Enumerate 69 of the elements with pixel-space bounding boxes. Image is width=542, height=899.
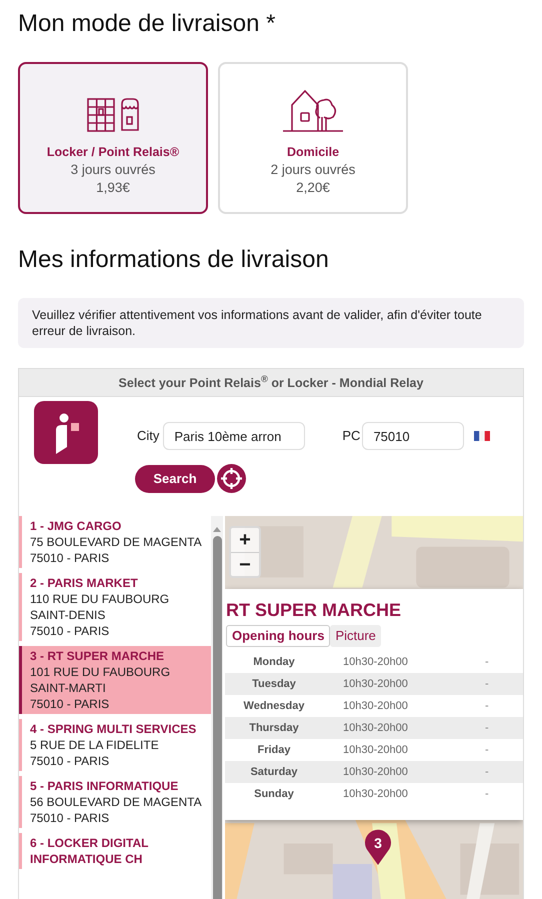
notice-box: Veuillez vérifier attentivement vos informations avant de valider, afin d'éviter toute erreur de livraison. <box>18 298 524 348</box>
delivery-option-card[interactable]: Locker / Point Relais® 3 jours ouvrés 1,93€ <box>18 62 208 214</box>
popup-tab[interactable]: Opening hours <box>226 625 330 647</box>
hours-cell-text: 10h30-20h00 <box>342 676 409 692</box>
point-address: 75010 - PARIS <box>30 696 110 712</box>
locate-icon[interactable] <box>217 464 246 493</box>
marker-number: 3 <box>373 834 383 852</box>
hours-cell-text: 10h30-20h00 <box>342 764 409 780</box>
note-cell-text: - <box>485 786 489 802</box>
point-address: 75010 - PARIS <box>30 550 110 566</box>
delivery-option-card[interactable]: Domicile 2 jours ouvrés 2,20€ <box>218 62 408 214</box>
point-address: 75 BOULEVARD DE MAGENTA <box>30 534 203 550</box>
widget-header: Select your Point Relais$^{®}$ or Locker - Mondial Relay <box>19 369 523 397</box>
house-tree-icon <box>282 90 344 132</box>
note-cell-text: - <box>485 764 489 780</box>
zoom-in-button[interactable]: + <box>231 528 259 552</box>
delivery-price: 2,20€ <box>296 179 330 196</box>
day-cell-text: Friday <box>256 742 292 758</box>
popup-tab[interactable]: Picture <box>330 625 381 647</box>
section-title: Mes informations de livraison <box>18 245 330 275</box>
day-cell-text: Sunday <box>253 786 295 802</box>
day-cell-text: Tuesday <box>251 676 297 692</box>
point-name: 5 - PARIS INFORMATIQUE <box>30 778 180 794</box>
option-label: Locker / Point Relais® <box>46 144 180 161</box>
zoom-out-button[interactable]: − <box>231 552 259 576</box>
point-address: 75010 - PARIS <box>30 623 110 639</box>
delivery-delay: 2 jours ouvrés <box>270 161 356 178</box>
point-name: 4 - SPRING MULTI SERVICES <box>30 721 198 737</box>
search-button[interactable]: Search <box>135 464 215 492</box>
hours-cell-text: 10h30-20h00 <box>342 742 409 758</box>
hours-cell-text: 10h30-20h00 <box>342 654 409 670</box>
map-marker[interactable] <box>365 829 391 865</box>
note-cell-text: - <box>485 742 489 758</box>
postcode-field[interactable]: 75010 <box>362 422 464 450</box>
hours-cell-text: 10h30-20h00 <box>342 698 409 714</box>
day-cell-text: Saturday <box>249 764 299 780</box>
option-label: Domicile <box>286 144 340 161</box>
flag-icon[interactable] <box>474 431 490 441</box>
scrollbar-thumb[interactable] <box>212 536 222 899</box>
point-address: 75010 - PARIS <box>30 810 110 826</box>
point-name: 1 - JMG CARGO <box>30 518 122 534</box>
point-name: 3 - RT SUPER MARCHE <box>30 648 166 664</box>
city-label: City <box>137 427 160 446</box>
postcode-label: PC <box>342 427 360 446</box>
day-cell-text: Thursday <box>248 720 300 736</box>
point-address: 101 RUE DU FAUBOURG SAINT-MARTI <box>30 664 172 696</box>
section-title: Mon mode de livraison * <box>18 9 276 39</box>
note-cell-text: - <box>485 698 489 714</box>
point-name: 2 - PARIS MARKET <box>30 575 139 591</box>
logo-icon <box>34 401 98 464</box>
point-address: 56 BOULEVARD DE MAGENTA <box>30 794 203 810</box>
relay-point-item[interactable]: 3 - RT SUPER MARCHE 101 RUE DU FAUBOURG SAINT-MARTI 75010 - PARIS <box>19 646 211 714</box>
note-cell-text: - <box>485 654 489 670</box>
point-name: 6 - LOCKER DIGITAL INFORMATIQUE CH <box>30 835 150 867</box>
note-cell-text: - <box>485 676 489 692</box>
day-cell-text: Wednesday <box>242 698 306 714</box>
scrollbar[interactable] <box>211 516 223 899</box>
popup-title: RT SUPER MARCHE <box>225 599 402 621</box>
locker-shop-icon <box>87 98 139 132</box>
point-address: 5 RUE DE LA FIDELITE <box>30 737 160 753</box>
delivery-price: 1,93€ <box>96 179 130 196</box>
hours-cell-text: 10h30-20h00 <box>342 786 409 802</box>
city-field[interactable]: Paris 10ème arron <box>163 422 306 450</box>
delivery-delay: 3 jours ouvrés <box>70 161 156 178</box>
day-cell-text: Monday <box>252 654 296 670</box>
note-cell-text: - <box>485 720 489 736</box>
point-address: 110 RUE DU FAUBOURG SAINT-DENIS <box>30 591 170 623</box>
point-address: 75010 - PARIS <box>30 753 110 769</box>
hours-cell-text: 10h30-20h00 <box>342 720 409 736</box>
